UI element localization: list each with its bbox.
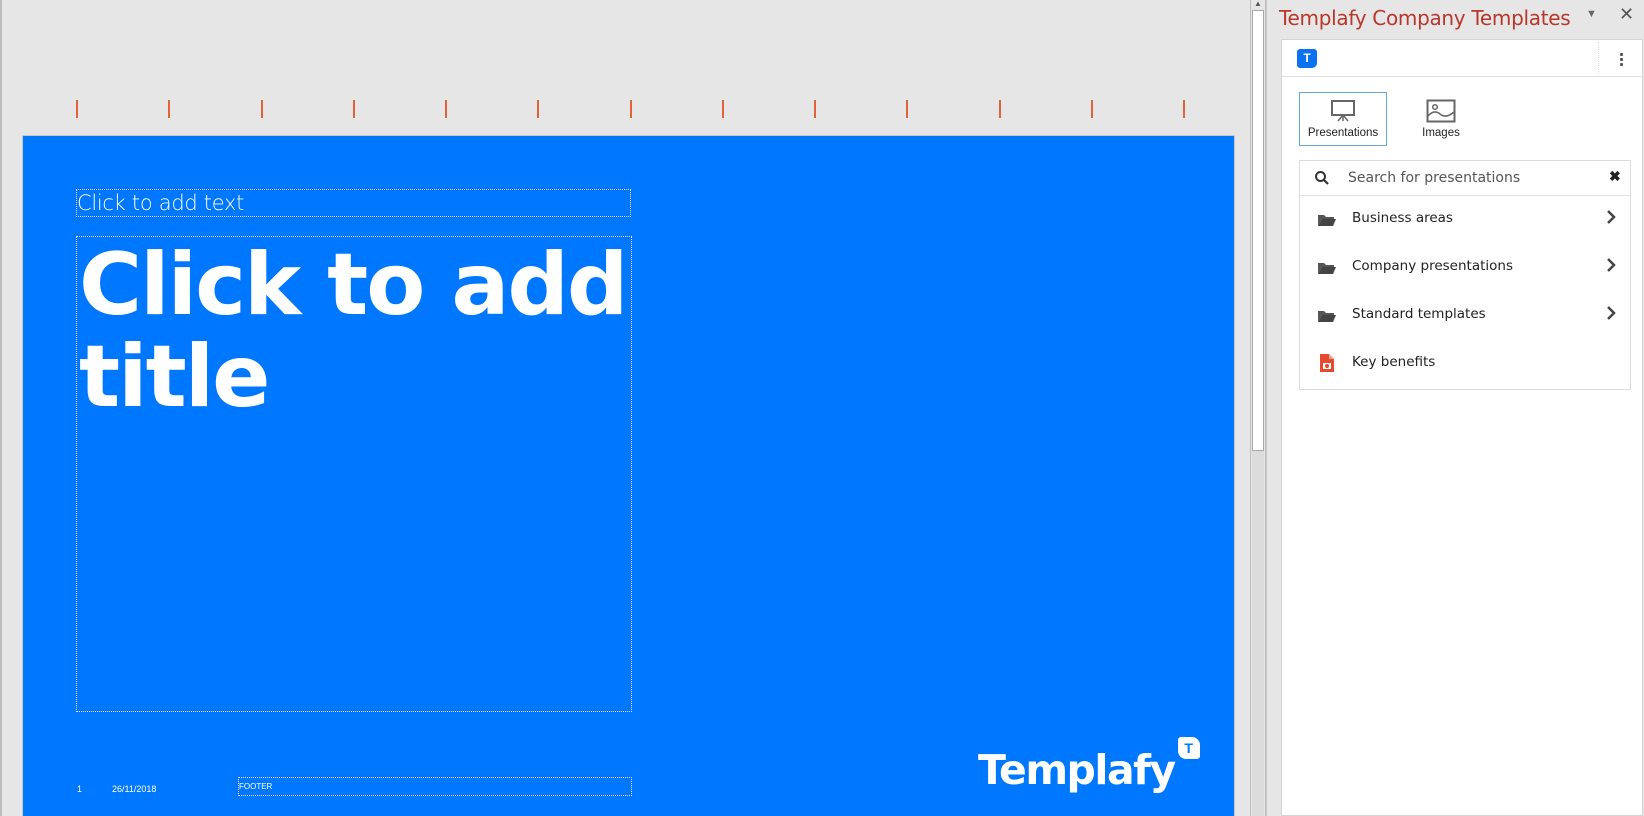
slide-editor-canvas[interactable]: Click to add text Click to add title 1 2… — [0, 0, 1250, 816]
guide-marker[interactable] — [1183, 100, 1185, 118]
item-label: Standard templates — [1352, 306, 1486, 322]
title-placeholder[interactable]: Click to add title — [76, 236, 632, 712]
guide-marker[interactable] — [998, 100, 1001, 118]
folder-open-icon — [1318, 215, 1336, 226]
guide-marker[interactable] — [629, 100, 632, 118]
guide-marker[interactable] — [814, 100, 816, 118]
logo-badge-icon: T — [1177, 737, 1200, 759]
header-divider — [1598, 42, 1599, 74]
guide-marker[interactable] — [721, 100, 724, 118]
template-browser: ✖ Business areas — [1299, 160, 1631, 390]
templafy-task-pane: Templafy Company Templates ▼ ✕ T Present… — [1266, 0, 1644, 816]
slide-number: 1 — [77, 784, 83, 794]
search-input[interactable] — [1348, 167, 1598, 189]
powerpoint-window: Click to add text Click to add title 1 2… — [0, 0, 1644, 816]
image-icon — [1426, 99, 1456, 123]
guide-marker[interactable] — [906, 100, 909, 118]
tab-presentations[interactable]: Presentations — [1299, 92, 1387, 146]
slide[interactable]: Click to add text Click to add title 1 2… — [22, 135, 1235, 816]
guide-marker[interactable] — [76, 100, 78, 118]
powerpoint-file-icon — [1320, 354, 1334, 372]
tab-label: Images — [1422, 127, 1460, 139]
guide-marker[interactable] — [537, 100, 540, 118]
chevron-right-icon — [1607, 306, 1616, 320]
slide-date: 26/11/2018 — [112, 784, 157, 794]
item-label: Business areas — [1352, 210, 1453, 226]
guide-marker[interactable] — [445, 100, 447, 118]
pane-header: T — [1282, 40, 1642, 77]
footer-placeholder[interactable]: FOOTER — [238, 777, 632, 796]
scrollbar-thumb[interactable] — [1252, 10, 1264, 451]
search-bar: ✖ — [1300, 161, 1630, 196]
caret-down-icon[interactable]: ▼ — [1586, 8, 1597, 20]
folder-open-icon — [1318, 263, 1336, 274]
search-icon — [1315, 171, 1329, 185]
vertical-scrollbar[interactable]: ▲ — [1250, 0, 1266, 816]
templafy-logo: Templafy T — [978, 737, 1200, 795]
item-label: Company presentations — [1352, 258, 1513, 274]
list-item-business-areas[interactable]: Business areas — [1300, 196, 1630, 244]
pane-content: T Presentations Images Search for presen… — [1281, 39, 1643, 816]
presentation-board-icon — [1331, 100, 1355, 122]
list-item-company-presentations[interactable]: Company presentations — [1300, 244, 1630, 292]
subtitle-placeholder[interactable]: Click to add text — [76, 189, 631, 217]
templafy-app-icon: T — [1297, 49, 1317, 68]
guide-marker[interactable] — [1090, 100, 1093, 118]
pane-title: Templafy Company Templates — [1279, 6, 1571, 30]
guide-marker[interactable] — [260, 100, 263, 118]
guide-marker[interactable] — [168, 100, 171, 118]
kebab-menu-icon[interactable] — [1616, 49, 1626, 69]
list-item-standard-templates[interactable]: Standard templates — [1300, 292, 1630, 340]
scrollbar-track[interactable] — [1252, 451, 1264, 816]
item-label: Key benefits — [1352, 354, 1436, 370]
chevron-right-icon — [1607, 210, 1616, 224]
guide-marker[interactable] — [352, 100, 355, 118]
tab-images[interactable]: Images — [1397, 92, 1485, 146]
clear-search-icon[interactable]: ✖ — [1609, 168, 1621, 185]
folder-open-icon — [1318, 311, 1336, 322]
chevron-right-icon — [1607, 258, 1616, 272]
scroll-up-arrow-icon[interactable]: ▲ — [1251, 0, 1265, 10]
logo-wordmark: Templafy — [978, 746, 1176, 794]
close-icon[interactable]: ✕ — [1619, 4, 1634, 25]
tab-label: Presentations — [1307, 127, 1379, 139]
asset-type-tabs: Presentations Images — [1299, 92, 1485, 146]
list-item-key-benefits[interactable]: Key benefits — [1300, 340, 1630, 388]
